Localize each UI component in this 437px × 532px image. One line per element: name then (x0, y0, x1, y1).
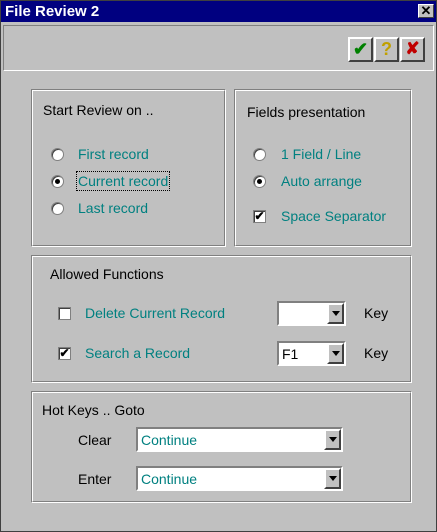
hot-keys-group: Hot Keys .. Goto Clear Continue Enter Co… (31, 391, 412, 503)
question-icon: ? (381, 39, 392, 59)
checkbox-search-record[interactable]: ✔ (58, 347, 71, 360)
fields-presentation-title: Fields presentation (247, 104, 366, 120)
x-icon: ✘ (405, 39, 420, 58)
start-review-group: Start Review on .. First record Current … (31, 89, 226, 247)
window-title: File Review 2 (5, 3, 100, 20)
enter-goto-select[interactable]: Continue (136, 466, 343, 491)
option-first-record[interactable]: First record (78, 146, 149, 162)
radio-first-record[interactable] (51, 148, 64, 161)
allowed-functions-title: Allowed Functions (50, 266, 164, 282)
start-review-title: Start Review on .. (43, 102, 154, 118)
option-auto-arrange[interactable]: Auto arrange (281, 173, 362, 189)
clear-goto-select[interactable]: Continue (136, 427, 343, 452)
chevron-down-icon[interactable] (324, 468, 341, 489)
cancel-button[interactable]: ✘ (400, 37, 425, 62)
option-one-field-per-line[interactable]: 1 Field / Line (281, 146, 361, 162)
radio-current-record[interactable] (51, 175, 64, 188)
chevron-down-icon[interactable] (327, 343, 344, 364)
radio-one-field-per-line[interactable] (253, 148, 266, 161)
allowed-functions-group: Allowed Functions Delete Current Record … (31, 255, 412, 383)
search-key-select[interactable]: F1 (277, 341, 346, 366)
fields-presentation-group: Fields presentation 1 Field / Line Auto … (234, 89, 412, 247)
close-button[interactable]: ✕ (418, 4, 434, 18)
option-last-record[interactable]: Last record (78, 200, 148, 216)
clear-goto-value: Continue (141, 432, 198, 448)
delete-key-label: Key (364, 305, 389, 321)
clear-label: Clear (78, 432, 112, 448)
enter-label: Enter (78, 471, 112, 487)
label-delete-record[interactable]: Delete Current Record (85, 305, 225, 321)
check-icon: ✔ (352, 39, 369, 59)
search-key-label: Key (364, 345, 389, 361)
delete-key-select[interactable] (277, 301, 346, 326)
option-current-record[interactable]: Current record (75, 171, 171, 191)
label-search-record[interactable]: Search a Record (85, 345, 190, 361)
hot-keys-title: Hot Keys .. Goto (42, 402, 145, 418)
checkbox-delete-record[interactable] (58, 307, 71, 320)
chevron-down-icon[interactable] (327, 303, 344, 324)
toolbar: ✔ ? ✘ (3, 25, 434, 71)
label-space-separator[interactable]: Space Separator (281, 208, 386, 224)
ok-button[interactable]: ✔ (348, 37, 373, 62)
help-button[interactable]: ? (374, 37, 399, 62)
search-key-value: F1 (282, 346, 299, 362)
checkbox-space-separator[interactable]: ✔ (253, 210, 266, 223)
chevron-down-icon[interactable] (324, 429, 341, 450)
radio-auto-arrange[interactable] (253, 175, 266, 188)
file-review-dialog: File Review 2 ✕ ✔ ? ✘ Start Review on ..… (0, 0, 437, 532)
title-bar[interactable]: File Review 2 ✕ (1, 1, 436, 22)
radio-last-record[interactable] (51, 202, 64, 215)
enter-goto-value: Continue (141, 471, 198, 487)
